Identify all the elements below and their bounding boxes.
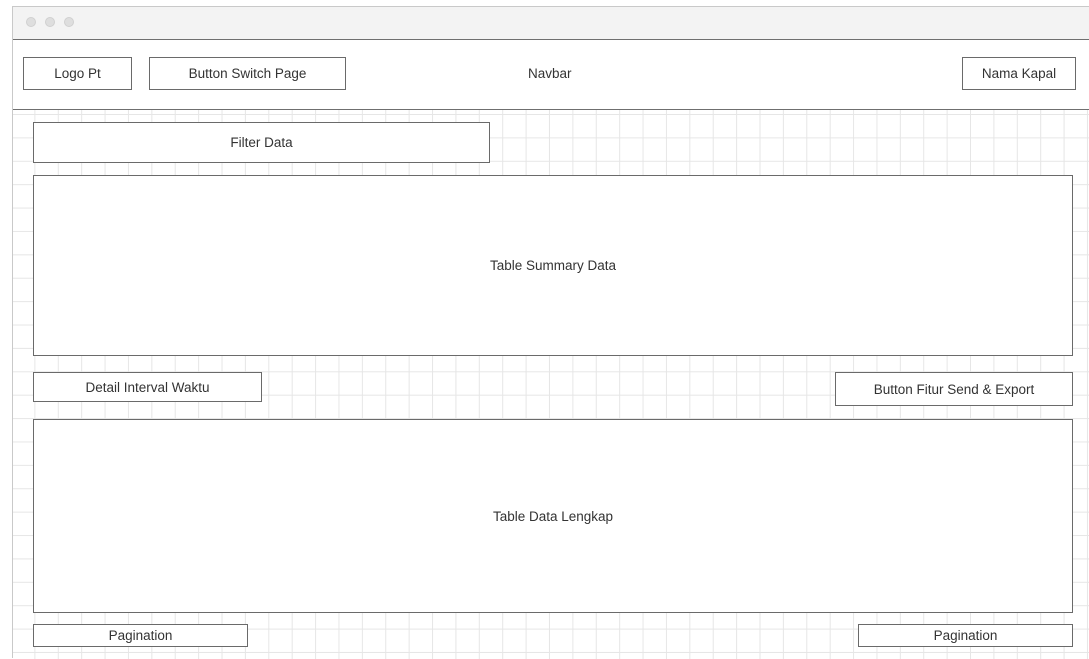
full-data-table: Table Data Lengkap <box>33 419 1073 613</box>
window-titlebar <box>13 7 1089 40</box>
summary-data-table: Table Summary Data <box>33 175 1073 356</box>
logo-placeholder[interactable]: Logo Pt <box>23 57 132 90</box>
window-minimize-dot[interactable] <box>45 17 55 27</box>
window-maximize-dot[interactable] <box>64 17 74 27</box>
pagination-left[interactable]: Pagination <box>33 624 248 647</box>
browser-window: Logo Pt Button Switch Page Navbar Nama K… <box>12 6 1089 659</box>
pagination-right[interactable]: Pagination <box>858 624 1073 647</box>
filter-data-panel[interactable]: Filter Data <box>33 122 490 163</box>
switch-page-button[interactable]: Button Switch Page <box>149 57 346 90</box>
interval-detail-box[interactable]: Detail Interval Waktu <box>33 372 262 402</box>
ship-name-box: Nama Kapal <box>962 57 1076 90</box>
send-export-button[interactable]: Button Fitur Send & Export <box>835 372 1073 406</box>
window-close-dot[interactable] <box>26 17 36 27</box>
navbar-title: Navbar <box>528 66 572 81</box>
navbar: Logo Pt Button Switch Page Navbar Nama K… <box>13 40 1089 110</box>
content-area: Filter Data Table Summary Data Detail In… <box>13 110 1089 659</box>
